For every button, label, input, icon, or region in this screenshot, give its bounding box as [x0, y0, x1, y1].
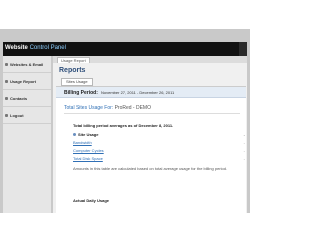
top-header: Website Control Panel	[3, 42, 247, 56]
tab-strip: Usage Report	[53, 56, 247, 63]
brand-accent: Control Panel	[29, 45, 66, 51]
sidebar-item-label: Websites & Email	[10, 61, 44, 67]
billing-period-label: Billing Period:	[64, 90, 98, 96]
table-row: Total Disk Space -	[73, 156, 245, 161]
row-value: -	[243, 148, 245, 153]
row-value: -	[243, 140, 245, 145]
sidebar-item-label: Usage Report	[10, 78, 37, 84]
globe-icon	[5, 62, 8, 66]
sidebar: Websites & Email Usage Report Contacts L…	[3, 56, 51, 213]
tab-usage-report[interactable]: Usage Report	[57, 57, 90, 63]
row-value: -	[243, 132, 245, 137]
main-panel: Usage Report Reports Sites Usage Billing…	[53, 56, 247, 213]
billing-period-value: November 27, 2011 - December 26, 2011	[101, 90, 175, 95]
report-content: Billing Period: November 27, 2011 - Dece…	[56, 86, 246, 213]
bandwidth-link[interactable]: Bandwidth	[73, 140, 92, 145]
sidebar-item-label: Logout	[10, 112, 24, 118]
sidebar-item-label: Contacts	[10, 95, 28, 101]
table-row: Site Usage -	[73, 132, 245, 137]
contacts-icon	[5, 96, 8, 100]
brand-prefix: Website	[5, 45, 28, 51]
calculation-note: Amounts in this table are calculated bas…	[73, 166, 228, 171]
site-usage-icon	[73, 133, 76, 137]
usage-project-name: ProRed - DEMO	[114, 105, 151, 111]
averages-heading: Total billing period averages as of Dece…	[73, 123, 174, 128]
tab-sites-usage[interactable]: Sites Usage	[61, 78, 93, 86]
computer-cycles-link[interactable]: Computer Cycles	[73, 148, 104, 153]
actual-daily-usage-heading: Actual Daily Usage	[73, 198, 110, 203]
header-accent	[239, 42, 247, 56]
table-row: Bandwidth -	[73, 140, 245, 145]
app-window: Website Control Panel Websites & Email U…	[0, 29, 250, 213]
sidebar-item-logout[interactable]: Logout	[3, 107, 51, 124]
total-disk-space-link[interactable]: Total Disk Space	[73, 156, 103, 161]
sidebar-item-websites[interactable]: Websites & Email	[3, 56, 51, 73]
sidebar-item-contacts[interactable]: Contacts	[3, 90, 51, 107]
row-value: -	[243, 156, 245, 161]
billing-period-bar: Billing Period: November 27, 2011 - Dece…	[56, 87, 246, 98]
brand-logo: Website Control Panel	[5, 44, 66, 52]
row-label: Site Usage	[78, 132, 99, 137]
sidebar-item-usage-report[interactable]: Usage Report	[3, 73, 51, 90]
usage-title: Total Sites Usage For: ProRed - DEMO	[64, 105, 151, 111]
logout-icon	[5, 113, 8, 117]
usage-title-label: Total Sites Usage For:	[64, 105, 114, 111]
divider	[64, 113, 240, 114]
page-title: Reports	[59, 67, 86, 74]
table-row: Computer Cycles -	[73, 148, 245, 153]
chart-icon	[5, 79, 8, 83]
